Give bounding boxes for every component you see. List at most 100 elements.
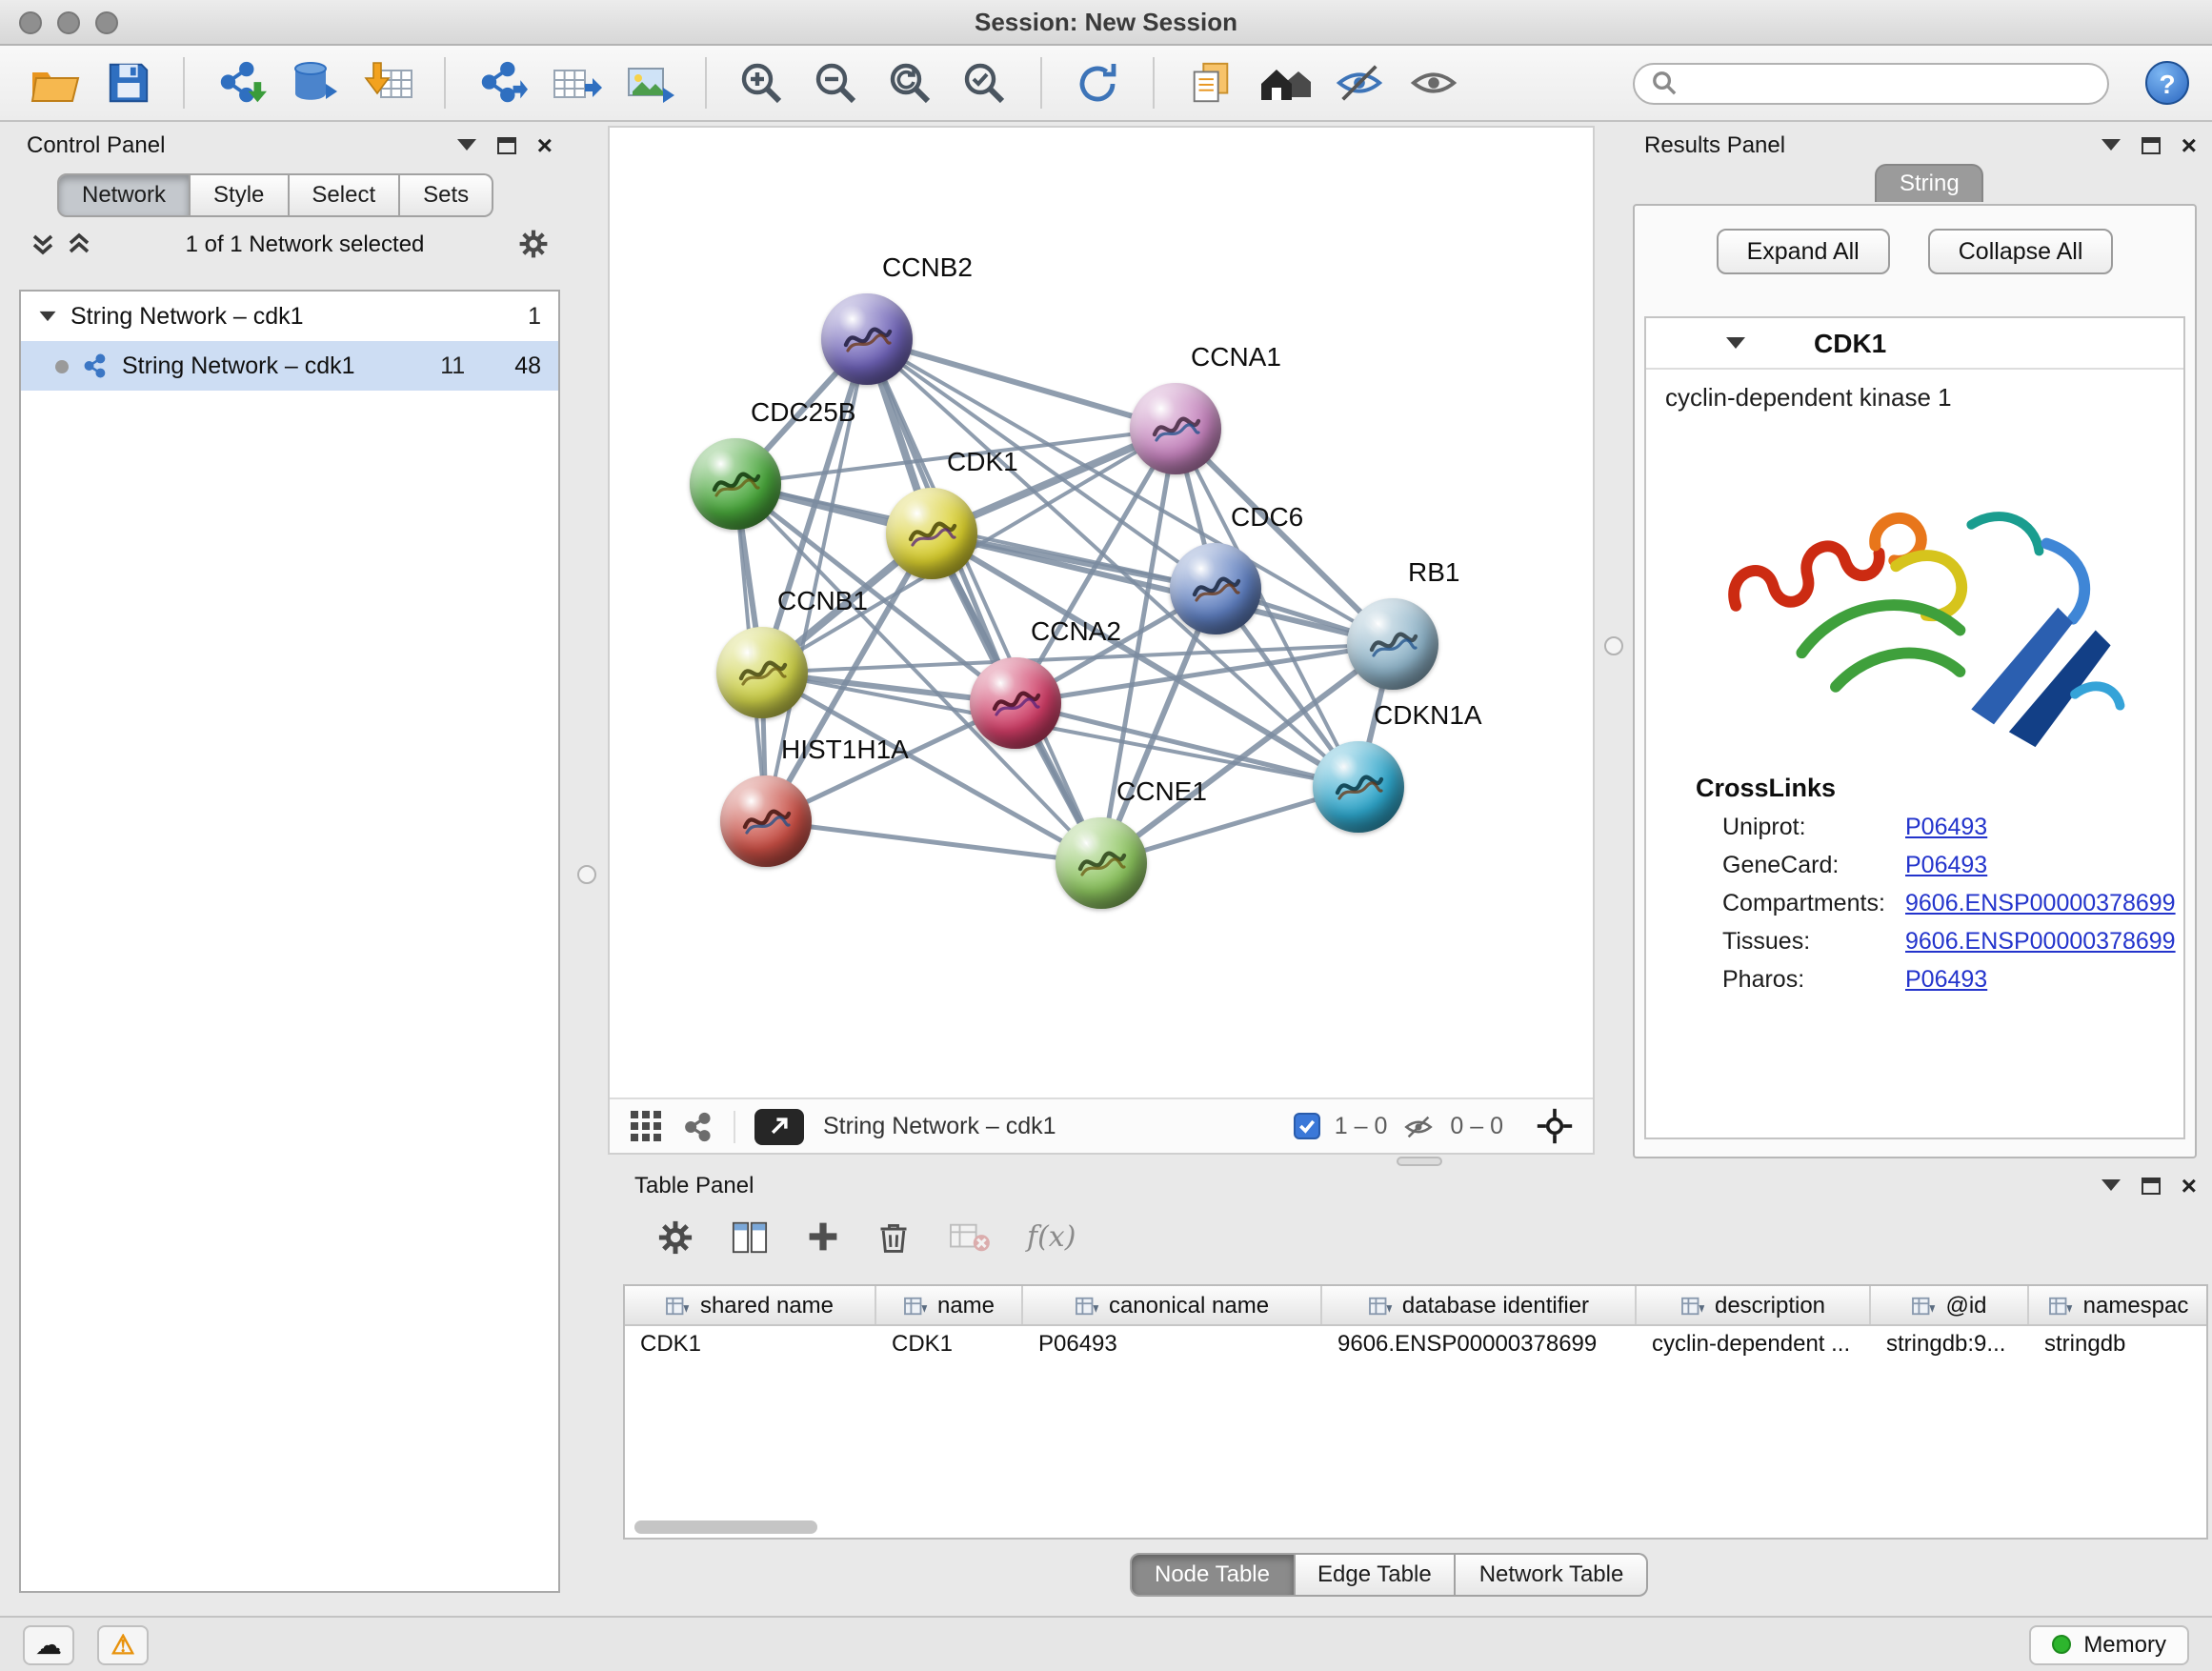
collapse-panel-icon[interactable] bbox=[2101, 139, 2121, 151]
import-table-button[interactable] bbox=[358, 54, 419, 111]
grid-view-icon[interactable] bbox=[629, 1109, 663, 1143]
column-header-shared-name[interactable]: shared name bbox=[625, 1286, 876, 1324]
close-panel-icon[interactable]: × bbox=[2182, 131, 2197, 158]
collapse-entry-icon[interactable] bbox=[1726, 337, 1745, 349]
table-row[interactable]: CDK1CDK1P064939606.ENSP00000378699cyclin… bbox=[625, 1326, 2206, 1366]
table-cell[interactable]: CDK1 bbox=[876, 1326, 1023, 1366]
refresh-button[interactable] bbox=[1067, 54, 1128, 111]
navigator-crosshair-icon[interactable] bbox=[1536, 1107, 1574, 1145]
tab-sets[interactable]: Sets bbox=[400, 173, 493, 217]
network-row[interactable]: String Network – cdk1 11 48 bbox=[21, 341, 558, 391]
column-header-id[interactable]: @id bbox=[1871, 1286, 2029, 1324]
network-node-CCNE1[interactable] bbox=[1056, 817, 1147, 909]
zoom-window-button[interactable] bbox=[95, 11, 118, 34]
delete-column-icon[interactable] bbox=[876, 1218, 911, 1255]
horizontal-scrollbar[interactable] bbox=[634, 1520, 817, 1534]
show-all-button[interactable] bbox=[1402, 54, 1463, 111]
network-node-CCNA2[interactable] bbox=[970, 657, 1061, 749]
tab-style[interactable]: Style bbox=[191, 173, 289, 217]
splitter-handle[interactable] bbox=[1604, 636, 1623, 655]
crosslink-link-genecard[interactable]: P06493 bbox=[1905, 852, 1987, 878]
column-header-namespac[interactable]: namespac bbox=[2029, 1286, 2208, 1324]
table-cell[interactable]: stringdb bbox=[2029, 1326, 2208, 1366]
network-node-RB1[interactable] bbox=[1347, 598, 1438, 690]
network-node-CDK1[interactable] bbox=[886, 488, 977, 579]
collapse-panel-icon[interactable] bbox=[457, 139, 476, 151]
close-panel-icon[interactable]: × bbox=[537, 131, 553, 158]
network-node-CCNA1[interactable] bbox=[1130, 383, 1221, 474]
memory-button[interactable]: Memory bbox=[2028, 1624, 2189, 1664]
node-details-header[interactable]: CDK1 bbox=[1646, 318, 2183, 370]
float-panel-icon[interactable] bbox=[2142, 1177, 2161, 1194]
network-canvas[interactable]: CCNB2CCNA1CDC25BCDK1CDC6RB1CCNB1CCNA2CDK… bbox=[610, 128, 1593, 1097]
float-panel-icon[interactable] bbox=[497, 136, 516, 153]
zoom-in-button[interactable] bbox=[732, 54, 793, 111]
network-view-icon[interactable] bbox=[682, 1110, 714, 1142]
crosslink-link-pharos[interactable]: P06493 bbox=[1905, 966, 1987, 993]
splitter-handle[interactable] bbox=[577, 865, 596, 884]
tree-expand-icon[interactable] bbox=[40, 312, 56, 321]
column-header-canonical-name[interactable]: canonical name bbox=[1023, 1286, 1322, 1324]
open-session-button[interactable] bbox=[23, 54, 84, 111]
hidden-eye-icon[interactable] bbox=[1400, 1112, 1437, 1140]
float-panel-icon[interactable] bbox=[2142, 136, 2161, 153]
warnings-button[interactable]: ⚠ bbox=[97, 1624, 149, 1664]
selected-checkbox-icon[interactable] bbox=[1295, 1113, 1321, 1139]
network-node-HIST1H1A[interactable] bbox=[720, 775, 812, 867]
home-button[interactable] bbox=[1254, 54, 1315, 111]
documents-button[interactable] bbox=[1179, 54, 1240, 111]
close-panel-icon[interactable]: × bbox=[2182, 1172, 2197, 1198]
save-session-button[interactable] bbox=[97, 54, 158, 111]
column-header-database-identifier[interactable]: database identifier bbox=[1322, 1286, 1637, 1324]
collapse-all-button[interactable]: Collapse All bbox=[1928, 229, 2114, 274]
zoom-fit-button[interactable] bbox=[880, 54, 941, 111]
gear-icon[interactable] bbox=[518, 229, 549, 259]
edge-CCNB2-CCNA1[interactable] bbox=[867, 339, 1176, 429]
table-cell[interactable]: 9606.ENSP00000378699 bbox=[1322, 1326, 1637, 1366]
table-cell[interactable]: cyclin-dependent ... bbox=[1637, 1326, 1871, 1366]
add-column-icon[interactable] bbox=[806, 1219, 840, 1254]
gear-icon[interactable] bbox=[657, 1218, 694, 1255]
network-node-CDKN1A[interactable] bbox=[1313, 741, 1404, 833]
cloud-button[interactable]: ☁ bbox=[23, 1624, 74, 1664]
table-cell[interactable]: CDK1 bbox=[625, 1326, 876, 1366]
tab-network-table[interactable]: Network Table bbox=[1457, 1553, 1649, 1597]
column-header-description[interactable]: description bbox=[1637, 1286, 1871, 1324]
tab-string[interactable]: String bbox=[1875, 164, 1984, 202]
help-button[interactable]: ? bbox=[2145, 61, 2189, 105]
zoom-out-button[interactable] bbox=[806, 54, 867, 111]
close-window-button[interactable] bbox=[19, 11, 42, 34]
import-network-database-button[interactable] bbox=[284, 54, 345, 111]
collapse-all-icon[interactable] bbox=[30, 231, 55, 257]
search-input[interactable] bbox=[1688, 70, 2090, 96]
splitter-handle[interactable] bbox=[1397, 1157, 1442, 1166]
table-cell[interactable]: P06493 bbox=[1023, 1326, 1322, 1366]
edge-CCNB2-CCNE1[interactable] bbox=[867, 339, 1101, 863]
tab-network[interactable]: Network bbox=[57, 173, 191, 217]
hide-selected-button[interactable] bbox=[1328, 54, 1389, 111]
import-network-file-button[interactable] bbox=[210, 54, 271, 111]
tab-node-table[interactable]: Node Table bbox=[1130, 1553, 1295, 1597]
function-builder-button[interactable]: f(x) bbox=[1027, 1219, 1076, 1254]
expand-all-button[interactable]: Expand All bbox=[1717, 229, 1890, 274]
expand-all-icon[interactable] bbox=[67, 231, 91, 257]
tab-edge-table[interactable]: Edge Table bbox=[1295, 1553, 1457, 1597]
network-node-CDC6[interactable] bbox=[1170, 543, 1261, 634]
edge-HIST1H1A-CCNE1[interactable] bbox=[766, 821, 1101, 863]
network-node-CCNB1[interactable] bbox=[716, 627, 808, 718]
crosslink-link-compartments[interactable]: 9606.ENSP00000378699 bbox=[1905, 890, 2176, 916]
table-cell[interactable]: stringdb:9... bbox=[1871, 1326, 2029, 1366]
tab-select[interactable]: Select bbox=[289, 173, 400, 217]
collapse-panel-icon[interactable] bbox=[2101, 1179, 2121, 1191]
zoom-selected-button[interactable] bbox=[955, 54, 1016, 111]
export-table-button[interactable] bbox=[545, 54, 606, 111]
crosslink-link-tissues[interactable]: 9606.ENSP00000378699 bbox=[1905, 928, 2176, 955]
export-image-button[interactable] bbox=[619, 54, 680, 111]
crosslink-link-uniprot[interactable]: P06493 bbox=[1905, 814, 1987, 840]
minimize-window-button[interactable] bbox=[57, 11, 80, 34]
open-in-window-button[interactable] bbox=[754, 1108, 804, 1144]
export-network-button[interactable] bbox=[471, 54, 532, 111]
network-node-CCNB2[interactable] bbox=[821, 293, 913, 385]
show-columns-icon[interactable] bbox=[730, 1218, 770, 1255]
network-collection-row[interactable]: String Network – cdk1 1 bbox=[21, 292, 558, 341]
